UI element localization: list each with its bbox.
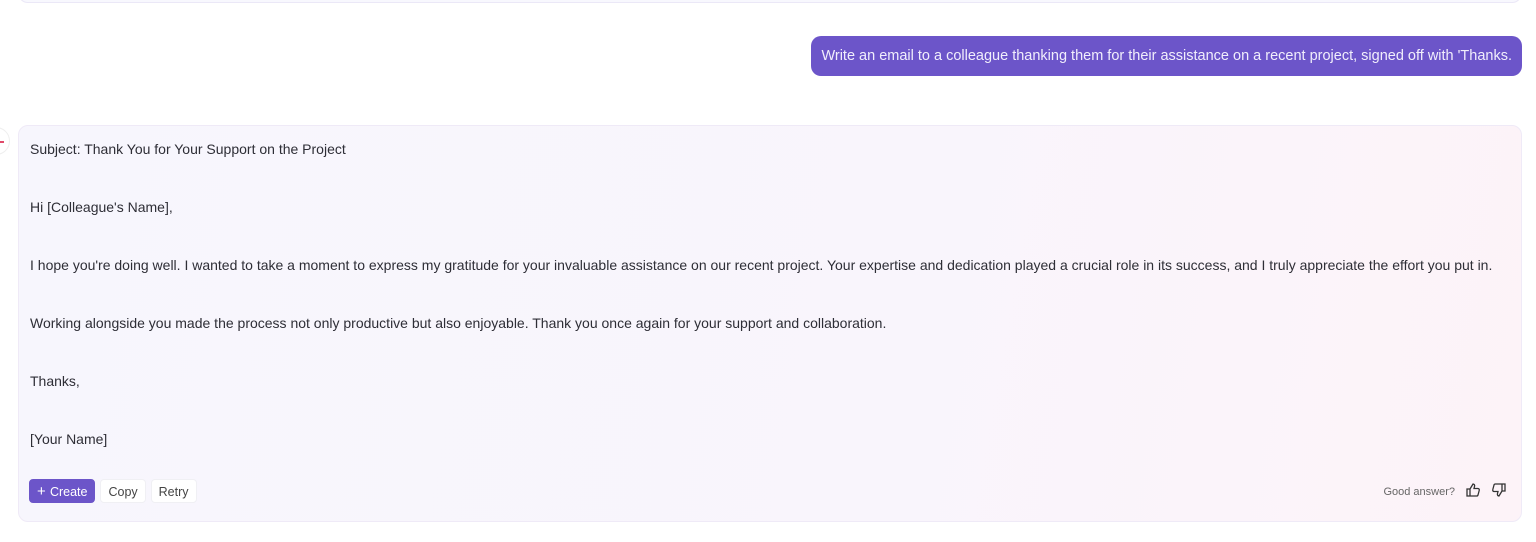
thumbs-down-icon[interactable]: [1491, 482, 1507, 501]
email-greeting: Hi [Colleague's Name],: [30, 199, 173, 215]
response-content: Subject: Thank You for Your Support on t…: [30, 139, 1515, 450]
thumbs-up-icon[interactable]: [1465, 482, 1481, 501]
previous-message-card: [18, 0, 1522, 3]
plus-icon: +: [37, 483, 50, 500]
create-button[interactable]: + Create: [29, 479, 96, 503]
retry-button[interactable]: Retry: [150, 479, 197, 503]
response-actions: + Create Copy Retry: [29, 479, 197, 503]
email-body-2: Working alongside you made the process n…: [30, 315, 887, 331]
email-body-1: I hope you're doing well. I wanted to ta…: [30, 257, 1493, 273]
email-signature: [Your Name]: [30, 431, 108, 447]
feedback-area: Good answer?: [1383, 482, 1507, 501]
email-subject: Subject: Thank You for Your Support on t…: [30, 141, 346, 157]
copy-button[interactable]: Copy: [100, 479, 146, 503]
feedback-label: Good answer?: [1383, 485, 1455, 498]
assistant-response-card: Subject: Thank You for Your Support on t…: [18, 125, 1522, 522]
assistant-avatar: [0, 127, 10, 155]
email-signoff: Thanks,: [30, 373, 80, 389]
user-message-bubble: Write an email to a colleague thanking t…: [811, 36, 1522, 76]
